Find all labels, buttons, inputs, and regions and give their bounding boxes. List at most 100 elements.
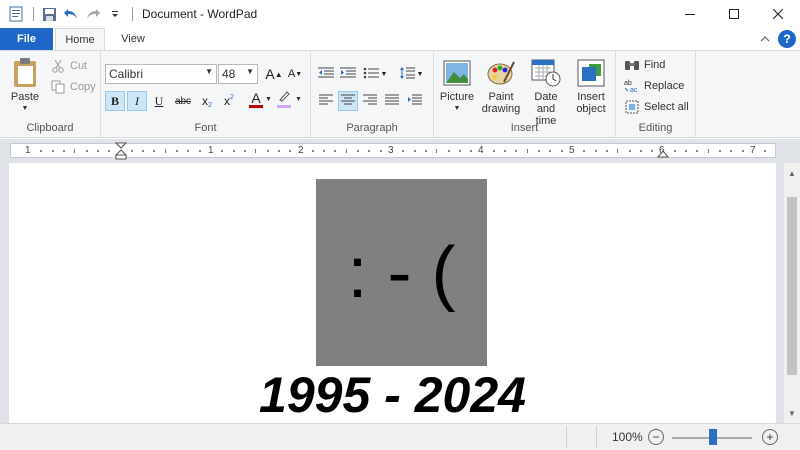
- highlighter-icon: [277, 90, 291, 105]
- sad-emoticon-text: : - (: [347, 232, 456, 313]
- font-family-select[interactable]: Calibri ▼: [105, 64, 217, 84]
- ruler-tick: [51, 150, 54, 152]
- minimize-icon[interactable]: [668, 0, 712, 28]
- decrease-indent-button[interactable]: [316, 64, 336, 84]
- ruler-tick: [538, 150, 541, 152]
- superscript-button[interactable]: x2: [219, 91, 239, 111]
- align-right-icon: [363, 94, 377, 109]
- subscript-button[interactable]: x2: [197, 91, 217, 111]
- font-group-label: Font: [194, 122, 217, 134]
- ruler-tick: [357, 150, 360, 152]
- paint-palette-icon: [479, 57, 523, 89]
- scroll-down-icon[interactable]: ▼: [784, 405, 800, 421]
- strikethrough-button[interactable]: abc: [171, 91, 195, 111]
- status-divider: [596, 426, 597, 448]
- cut-button[interactable]: Cut: [50, 57, 87, 75]
- tab-home[interactable]: Home: [55, 28, 105, 50]
- ruler-tick: [424, 150, 427, 152]
- ruler-tick: [266, 150, 269, 152]
- replace-label: Replace: [644, 80, 685, 92]
- ruler-tick: [492, 150, 495, 152]
- picture-button[interactable]: Picture ▼: [438, 57, 476, 115]
- customize-dropdown-icon[interactable]: [105, 4, 125, 24]
- paint-drawing-button[interactable]: Paint drawing: [479, 57, 523, 115]
- help-icon[interactable]: ?: [778, 30, 796, 48]
- wordpad-icon[interactable]: [6, 4, 26, 24]
- undo-icon[interactable]: [61, 4, 81, 24]
- font-size-dropdown-icon[interactable]: ▼: [246, 67, 254, 76]
- zoom-slider-thumb[interactable]: [709, 429, 717, 445]
- find-button[interactable]: Find: [624, 56, 665, 74]
- replace-button[interactable]: ab ac Replace: [624, 77, 684, 95]
- insert-object-icon: [570, 57, 612, 89]
- clipboard-group-label: Clipboard: [26, 122, 74, 134]
- shrink-font-button[interactable]: A ▼: [285, 64, 305, 84]
- ruler-tick: [153, 150, 156, 152]
- right-indent-marker[interactable]: [656, 148, 670, 161]
- align-left-button[interactable]: [316, 91, 336, 111]
- align-right-button[interactable]: [360, 91, 380, 111]
- italic-button[interactable]: I: [127, 91, 147, 111]
- select-all-button[interactable]: Select all: [624, 98, 689, 116]
- paste-button[interactable]: Paste ▼: [6, 57, 44, 115]
- ruler-tick: [164, 149, 166, 153]
- font-size-select[interactable]: 48 ▼: [218, 64, 258, 84]
- bullets-button[interactable]: ▼: [361, 64, 389, 84]
- ruler-tick: [345, 149, 347, 153]
- sad-face-image[interactable]: : - (: [316, 179, 487, 366]
- ruler-tick: [62, 150, 65, 152]
- paste-dropdown-icon[interactable]: ▼: [6, 103, 44, 115]
- find-label: Find: [644, 59, 666, 71]
- ruler-number: 4: [478, 145, 484, 156]
- ruler-tick: [549, 150, 552, 152]
- paragraph-settings-button[interactable]: [405, 91, 425, 111]
- ruler-tick: [142, 150, 145, 152]
- picture-dropdown-icon[interactable]: ▼: [438, 103, 476, 115]
- text-color-swatch: [249, 104, 263, 108]
- copy-button[interactable]: Copy: [50, 78, 96, 96]
- grow-font-icon: A: [265, 66, 275, 82]
- underline-button[interactable]: U: [149, 91, 169, 111]
- insert-object-button[interactable]: Insert object: [570, 57, 612, 115]
- ruler-tick: [458, 150, 461, 152]
- justify-button[interactable]: [382, 91, 402, 111]
- ruler-tick: [198, 150, 201, 152]
- zoom-out-icon[interactable]: −: [648, 429, 664, 445]
- zoom-in-icon[interactable]: +: [762, 429, 778, 445]
- ruler[interactable]: 1 1 2 3 4 5 6 7: [10, 142, 776, 161]
- date-time-button[interactable]: Date and time: [524, 57, 568, 127]
- ruler-tick: [639, 150, 642, 152]
- text-color-dropdown-icon[interactable]: ▼: [265, 96, 272, 103]
- redo-icon[interactable]: [83, 4, 103, 24]
- font-size-value: 48: [222, 67, 236, 81]
- highlight-dropdown-icon[interactable]: ▼: [295, 96, 302, 103]
- ruler-tick: [243, 150, 246, 152]
- increase-indent-button[interactable]: [338, 64, 358, 84]
- scrollbar-thumb[interactable]: [787, 197, 797, 375]
- shrink-font-icon: A: [287, 68, 296, 80]
- font-family-dropdown-icon[interactable]: ▼: [205, 67, 213, 76]
- align-center-button[interactable]: [338, 91, 358, 111]
- justify-icon: [385, 94, 399, 109]
- highlight-button[interactable]: [273, 89, 295, 109]
- close-icon[interactable]: [756, 0, 800, 28]
- tab-file[interactable]: File: [0, 28, 53, 50]
- ruler-tick: [764, 150, 767, 152]
- left-indent-marker[interactable]: [114, 142, 128, 163]
- tab-view[interactable]: View: [110, 28, 156, 50]
- line-spacing-button[interactable]: ▼: [397, 64, 425, 84]
- collapse-ribbon-icon[interactable]: [758, 32, 772, 46]
- scroll-up-icon[interactable]: ▲: [784, 165, 800, 181]
- qat-divider: [132, 7, 133, 21]
- ruler-tick: [85, 150, 88, 152]
- maximize-icon[interactable]: [712, 0, 756, 28]
- vertical-scrollbar[interactable]: ▲ ▼: [784, 163, 800, 423]
- window-title: Document - WordPad: [142, 7, 258, 21]
- save-icon[interactable]: [39, 4, 59, 24]
- zoom-level[interactable]: 100%: [612, 430, 643, 444]
- years-text[interactable]: 1995 - 2024: [9, 366, 776, 424]
- ruler-tick: [707, 149, 709, 153]
- ruler-number: 5: [569, 145, 575, 156]
- grow-font-button[interactable]: A ▲: [264, 64, 284, 84]
- bold-button[interactable]: B: [105, 91, 125, 111]
